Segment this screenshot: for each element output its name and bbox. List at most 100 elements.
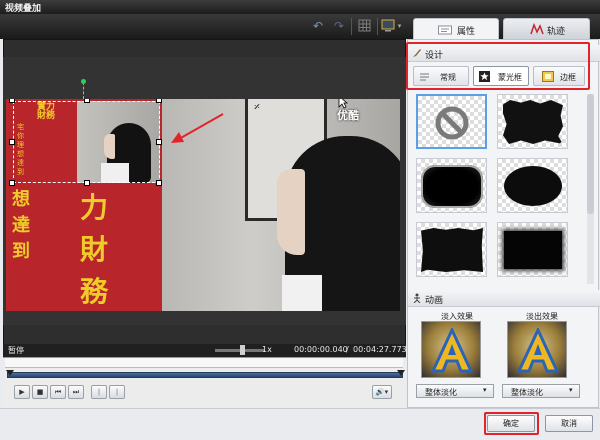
display-icon[interactable] <box>381 19 395 34</box>
fade-in-select[interactable]: 整体淡化 ▾ <box>416 384 494 398</box>
chevron-down-icon: ▾ <box>483 386 487 394</box>
letter-a-icon <box>517 328 559 373</box>
animation-icon <box>413 293 421 303</box>
border-icon <box>542 71 554 82</box>
time-current: 00:00:00.040 <box>294 345 348 354</box>
design-section-header: 设计 <box>408 45 600 62</box>
resize-handle-bl[interactable] <box>9 180 15 186</box>
timeline <box>3 357 406 407</box>
title-bar: 视频叠加 <box>0 0 600 14</box>
mask-thumb-grunge[interactable] <box>497 94 568 149</box>
subtab-normal-label: 常规 <box>440 73 456 82</box>
animation-section-header: 动画 <box>408 290 600 307</box>
mask-thumb-rect[interactable] <box>497 222 568 277</box>
mask-thumb-wavy[interactable] <box>416 158 487 213</box>
resize-handle-right[interactable] <box>156 139 162 145</box>
resize-handle-top[interactable] <box>84 99 90 103</box>
window-title: 视频叠加 <box>5 4 42 14</box>
grid-icon[interactable] <box>357 19 372 34</box>
subtab-mask-frame[interactable]: 蒙光框 <box>473 66 529 86</box>
cancel-button[interactable]: 取消 <box>545 415 593 432</box>
thumbs-scrollbar-thumb[interactable] <box>587 94 594 214</box>
subject-shirt <box>282 275 322 311</box>
redo-icon[interactable]: ↷ <box>331 19 347 34</box>
normal-icon <box>420 73 429 81</box>
wavy-mask-shape <box>421 165 483 208</box>
resize-handle-bottom[interactable] <box>84 180 90 186</box>
subtab-border[interactable]: 边框 <box>533 66 585 86</box>
banner-text-right: 力 財 務 <box>80 187 150 308</box>
video-frame: 𝄎 优酷 想 達到 力 財 務 實力 財務 宅 你 理 想 達 到 <box>6 99 400 311</box>
timeline-end-marker[interactable] <box>397 370 405 376</box>
player-status-bar: 暂停 1x 00:00:00.040 / 00:04:27.773 <box>3 344 407 357</box>
speed-slider-thumb[interactable] <box>240 345 245 355</box>
volume-button[interactable]: 🔊▾ <box>372 385 392 399</box>
rect-mask-shape <box>504 231 562 269</box>
subject-face <box>277 169 305 255</box>
banner-char: 務 <box>80 275 109 308</box>
next-frame-button[interactable]: ⏭ <box>68 385 84 399</box>
rotate-handle-line <box>83 82 84 99</box>
fade-in-preview[interactable] <box>421 321 481 378</box>
subtab-border-label: 边框 <box>560 73 576 82</box>
tab-properties[interactable]: 属性 <box>413 18 499 40</box>
logo-watermark: 优酷 <box>337 109 359 122</box>
time-separator: / <box>346 345 349 354</box>
toolbar-divider <box>351 18 352 35</box>
banner-char: 財 <box>80 233 109 266</box>
tab-track-label: 轨迹 <box>547 27 566 37</box>
oval-mask-shape <box>504 166 562 206</box>
subtab-mask-frame-label: 蒙光框 <box>498 73 522 82</box>
fade-out-value: 整体淡化 <box>511 388 543 397</box>
brush-icon <box>413 49 421 57</box>
resize-handle-br[interactable] <box>156 180 162 186</box>
banner-char: 想 <box>12 189 30 210</box>
fade-in-value: 整体淡化 <box>425 388 457 397</box>
banner-char: 力 <box>80 191 109 224</box>
play-button[interactable]: ▶ <box>14 385 30 399</box>
preview-area: 𝄎 优酷 想 達到 力 財 務 實力 財務 宅 你 理 想 達 到 <box>3 57 406 325</box>
playback-speed: 1x <box>262 345 272 354</box>
fade-out-preview[interactable] <box>507 321 567 378</box>
mask-thumb-rough[interactable] <box>416 222 487 277</box>
subtab-normal[interactable]: 常规 <box>413 66 469 86</box>
preview-bottom-margin <box>3 311 406 325</box>
ok-button[interactable]: 确定 <box>487 415 535 432</box>
playback-status: 暂停 <box>8 346 24 355</box>
letter-a-icon <box>431 328 473 373</box>
chevron-down-icon: ▾ <box>569 386 573 394</box>
mouse-cursor-icon <box>338 99 348 109</box>
mark-in-button[interactable]: ❙ <box>91 385 107 399</box>
tab-track[interactable]: 轨迹 <box>503 18 590 40</box>
fade-out-select[interactable]: 整体淡化 ▾ <box>502 384 580 398</box>
overlay-selection-border[interactable] <box>13 101 160 183</box>
properties-icon <box>438 25 452 35</box>
wall-calligraphy: 𝄎 <box>254 100 260 114</box>
timeline-track[interactable] <box>7 372 403 378</box>
undo-icon[interactable]: ↶ <box>310 19 326 34</box>
display-dropdown-icon[interactable]: ▾ <box>396 19 403 34</box>
previous-frame-button[interactable]: ⏮ <box>50 385 66 399</box>
mask-thumb-oval[interactable] <box>497 158 568 213</box>
timeline-playhead[interactable] <box>6 370 14 376</box>
no-mask-icon <box>435 106 469 140</box>
mark-out-button[interactable]: ❙ <box>109 385 125 399</box>
resize-handle-left[interactable] <box>9 139 15 145</box>
stop-button[interactable]: ■ <box>32 385 48 399</box>
banner-text-large: 想 達到 <box>12 187 32 307</box>
mask-thumb-none[interactable] <box>416 94 487 149</box>
thumbs-scrollbar[interactable] <box>587 94 594 284</box>
animation-section-title: 动画 <box>425 296 444 306</box>
banner-char: 達到 <box>12 215 30 262</box>
rotate-handle[interactable] <box>81 79 86 84</box>
preview-top-margin <box>3 57 406 99</box>
tab-properties-label: 属性 <box>457 27 476 37</box>
resize-handle-tl[interactable] <box>9 99 15 103</box>
track-icon <box>530 23 544 35</box>
resize-handle-tr[interactable] <box>156 99 162 103</box>
time-total: 00:04:27.773 <box>353 345 407 354</box>
toolbar-divider <box>377 18 378 35</box>
design-section-title: 设计 <box>425 51 444 61</box>
annotation-arrow-icon <box>171 113 224 143</box>
star-icon <box>479 71 490 82</box>
